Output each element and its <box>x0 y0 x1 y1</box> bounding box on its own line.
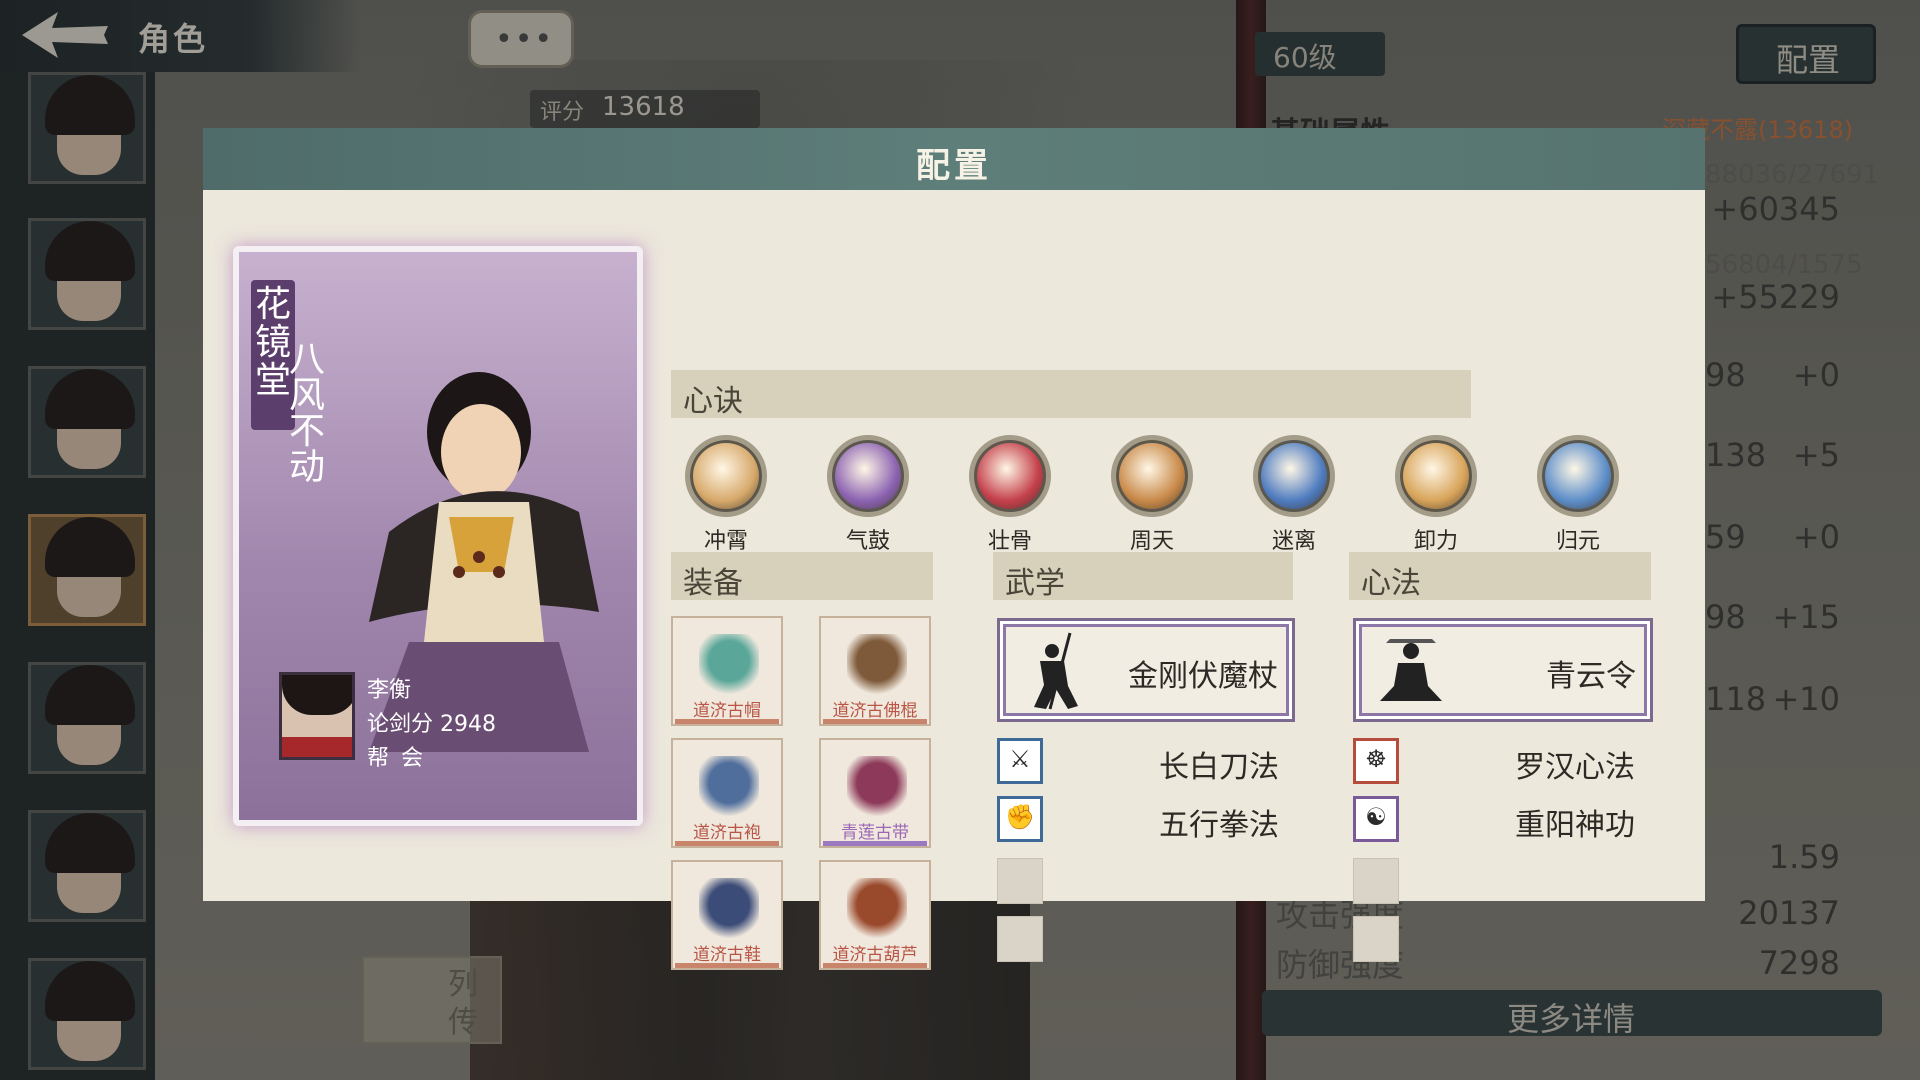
mind-skill-label: 归元 <box>1555 529 1600 554</box>
martial-main-skill-name: 金刚伏魔杖 <box>1128 659 1278 694</box>
mind-skill-emblem-icon <box>827 435 909 517</box>
mind-skill-item[interactable]: 归元 <box>1533 435 1623 555</box>
equipment-section-header: 装备 <box>671 552 933 601</box>
equipment-section-title: 装备 <box>683 566 743 601</box>
mind-skill-label: 冲霄 <box>703 529 748 554</box>
martial-sub-skill-1-icon[interactable]: ⚔ <box>997 738 1043 784</box>
martial-sub-skill-2-icon[interactable]: ✊ <box>997 796 1043 842</box>
heart-section-title: 心法 <box>1361 566 1421 601</box>
heart-sub-skill-2-icon[interactable]: ☯ <box>1353 796 1399 842</box>
martial-sub-skill-1-name: 长白刀法 <box>1159 750 1279 785</box>
player-guild: 帮会 <box>367 746 436 771</box>
player-name: 李衡 <box>367 678 412 703</box>
mind-skill-item[interactable]: 气鼓 <box>823 435 913 555</box>
staff-fighter-icon <box>1034 632 1078 710</box>
martial-empty-slot-2[interactable] <box>997 916 1043 962</box>
mind-skill-label: 壮骨 <box>987 529 1032 554</box>
heart-sub-skill-1-name: 罗汉心法 <box>1515 750 1635 785</box>
avatar-hair <box>282 675 352 715</box>
mind-skill-label: 迷离 <box>1271 529 1316 554</box>
equipment-slot[interactable]: 道济古袍 <box>671 738 783 848</box>
config-modal: 配置 花镜堂 八风不动 李衡 论剑分 2948 帮会 心诀 装备 武学 金刚伏魔… <box>203 128 1705 970</box>
equipment-item-icon <box>699 756 759 816</box>
heart-main-skill[interactable]: 青云令 <box>1353 618 1653 722</box>
modal-header: 配置 <box>203 128 1705 190</box>
equipment-item-icon <box>699 878 759 938</box>
player-arena-score: 论剑分 2948 <box>367 712 496 737</box>
martial-main-skill[interactable]: 金刚伏魔杖 <box>997 618 1295 722</box>
martial-empty-slot-1[interactable] <box>997 858 1043 904</box>
mind-skill-emblem-icon <box>1253 435 1335 517</box>
mind-skill-emblem-icon <box>685 435 767 517</box>
mind-skill-label: 气鼓 <box>845 529 890 554</box>
mind-skill-label: 卸力 <box>1413 529 1458 554</box>
martial-section-title: 武学 <box>1005 566 1065 601</box>
equipment-quality-bar <box>823 963 927 968</box>
equipment-name: 道济古袍 <box>693 823 761 843</box>
mind-skill-item[interactable]: 冲霄 <box>681 435 771 555</box>
heart-empty-slot-1[interactable] <box>1353 858 1399 904</box>
heart-section-header: 心法 <box>1349 552 1651 601</box>
equipment-name: 道济古鞋 <box>693 945 761 965</box>
mind-skill-emblem-icon <box>969 435 1051 517</box>
equipment-item-icon <box>847 634 907 694</box>
equipment-slot[interactable]: 青莲古带 <box>819 738 931 848</box>
equipment-name: 道济古佛棍 <box>832 701 918 721</box>
divine-art-icon: ☯ <box>1365 803 1387 831</box>
fist-stance-icon: ✊ <box>1005 803 1035 831</box>
mind-skill-emblem-icon <box>1395 435 1477 517</box>
heart-sub-skill-1-icon[interactable]: ☸ <box>1353 738 1399 784</box>
equipment-name: 道济古葫芦 <box>832 945 918 965</box>
equipment-slot[interactable]: 道济古葫芦 <box>819 860 931 970</box>
equipment-item-icon <box>699 634 759 694</box>
equipment-slot[interactable]: 道济古帽 <box>671 616 783 726</box>
equipment-quality-bar <box>675 719 779 724</box>
equipment-slot[interactable]: 道济古佛棍 <box>819 616 931 726</box>
modal-body: 花镜堂 八风不动 李衡 论剑分 2948 帮会 心诀 装备 武学 金刚伏魔杖 ⚔… <box>203 190 1705 970</box>
modal-title: 配置 <box>916 146 992 186</box>
heart-main-skill-name: 青云令 <box>1546 659 1636 694</box>
mind-skill-item[interactable]: 卸力 <box>1391 435 1481 555</box>
martial-sub-skill-2-name: 五行拳法 <box>1159 808 1279 843</box>
equipment-quality-bar <box>675 963 779 968</box>
heart-empty-slot-2[interactable] <box>1353 916 1399 962</box>
equipment-slot[interactable]: 道济古鞋 <box>671 860 783 970</box>
equipment-quality-bar <box>823 719 927 724</box>
equipment-item-icon <box>847 756 907 816</box>
heart-sub-skill-2-name: 重阳神功 <box>1515 808 1635 843</box>
avatar-shirt <box>282 737 352 757</box>
equipment-quality-bar <box>823 841 927 846</box>
equipment-name: 道济古帽 <box>693 701 761 721</box>
mind-skill-item[interactable]: 迷离 <box>1249 435 1339 555</box>
character-card: 花镜堂 八风不动 李衡 论剑分 2948 帮会 <box>233 246 643 826</box>
faction-name: 花镜堂 <box>255 284 292 401</box>
blade-stance-icon: ⚔ <box>1009 745 1031 773</box>
equipment-item-icon <box>847 878 907 938</box>
player-avatar <box>279 672 355 760</box>
mind-skill-item[interactable]: 壮骨 <box>965 435 1055 555</box>
mind-skill-item[interactable]: 周天 <box>1107 435 1197 555</box>
mind-section-title: 心诀 <box>683 384 743 419</box>
martial-section-header: 武学 <box>993 552 1293 601</box>
arhat-icon: ☸ <box>1365 745 1387 773</box>
mind-section-header: 心诀 <box>671 370 1471 419</box>
equipment-quality-bar <box>675 841 779 846</box>
skill-title: 八风不动 <box>289 339 326 488</box>
mind-skill-emblem-icon <box>1537 435 1619 517</box>
meditating-monk-icon <box>1380 639 1442 701</box>
mind-skill-label: 周天 <box>1129 529 1174 554</box>
mind-skill-emblem-icon <box>1111 435 1193 517</box>
equipment-name: 青莲古带 <box>841 823 909 843</box>
